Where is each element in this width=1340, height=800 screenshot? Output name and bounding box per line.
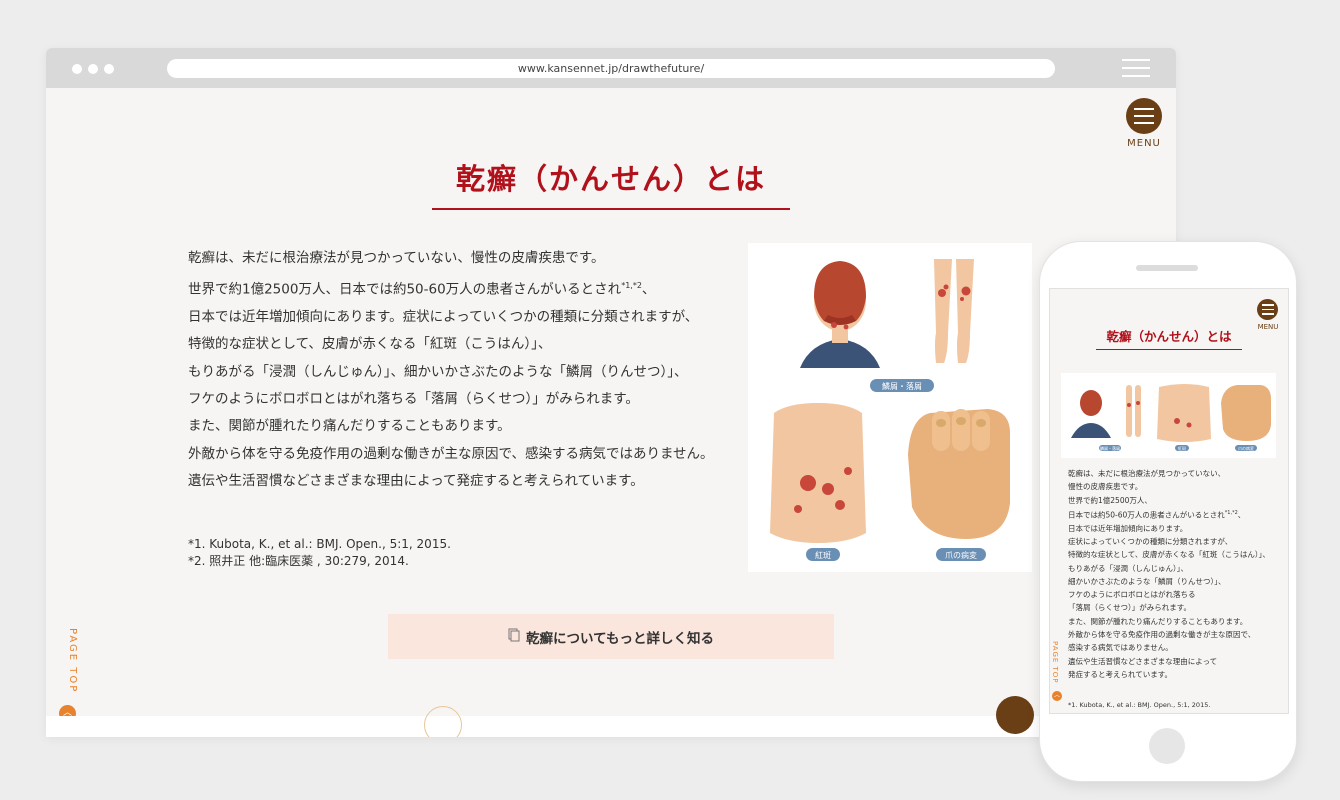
address-bar[interactable]: www.kansennet.jp/drawthefuture/ (167, 59, 1055, 78)
mobile-body-line: 症状によっていくつかの種類に分類されますが、 (1068, 536, 1233, 546)
page-title: 乾癬（かんせん）とは (432, 156, 790, 210)
body-line: また、関節が腫れたり痛んだりすることもあります。 (188, 418, 511, 435)
mobile-body-line: 日本では約50-60万人の患者さんがいるとされ*1,*2、 (1068, 509, 1246, 520)
mobile-body-line: 外敵から体を守る免疫作用の過剰な働きが主な原因で、 (1068, 630, 1256, 640)
mobile-menu-button[interactable] (1257, 299, 1278, 320)
mobile-page-title: 乾癬（かんせん）とは (1096, 326, 1242, 350)
page-top-link[interactable]: PAGE TOP (58, 628, 78, 693)
mobile-body-line: また、関節が腫れたり痛んだりすることもあります。 (1068, 616, 1248, 626)
window-dot (72, 64, 82, 74)
phone-speaker (1136, 265, 1198, 271)
mobile-body-line: フケのようにボロボロとはがれ落ちる (1068, 590, 1196, 600)
mobile-body-line: 感染する病気ではありません。 (1068, 643, 1173, 653)
mobile-page-top-link[interactable]: PAGE TOP (1051, 641, 1059, 684)
mobile-body-line: 細かいかさぶたのような「鱗屑（りんせつ）」、 (1068, 576, 1226, 586)
reference-item: *1. Kubota, K., et al.: BMJ. Open., 5:1,… (188, 537, 451, 551)
mobile-label-erythema: 紅斑 (1178, 445, 1186, 451)
footnote-marker: *1,*2 (621, 281, 642, 291)
body-line: 遺伝や生活習慣などさまざまな理由によって発症すると考えられています。 (188, 472, 644, 489)
body-line: 乾癬は、未だに根治療法が見つかっていない、慢性の皮膚疾患です。 (188, 250, 605, 266)
browser-chrome: www.kansennet.jp/drawthefuture/ (46, 48, 1176, 88)
learn-more-button[interactable]: 乾癬についてもっと詳しく知る (388, 614, 834, 659)
body-line: 日本では近年増加傾向にあります。症状によっていくつかの種類に分類されますが、 (188, 309, 699, 326)
document-icon (508, 628, 520, 646)
mobile-footnote-marker: *1,*2 (1224, 509, 1238, 516)
mobile-menu-label[interactable]: MENU (1250, 323, 1286, 331)
window-dot (88, 64, 98, 74)
body-line: 外敵から体を守る免疫作用の過剰な働きが主な原因で、感染する病気ではありません。 (188, 445, 714, 462)
mobile-chevron-up-icon[interactable]: ︿ (1052, 691, 1062, 701)
browser-hamburger-icon[interactable] (1122, 59, 1150, 83)
mobile-body-line: もりあがる「浸潤（しんじゅん）」、 (1068, 563, 1188, 573)
head-illustration (800, 261, 880, 368)
window-dot (104, 64, 114, 74)
page-content: MENU 乾癬（かんせん）とは 乾癬は、未だに根治療法が見つかっていない、慢性の… (46, 88, 1176, 737)
menu-button[interactable] (1126, 98, 1162, 134)
symptom-illustration: 鱗屑・落屑 紅斑 爪の病変 (748, 243, 1032, 572)
phone-mock: MENU 乾癬（かんせん）とは 鱗屑・落屑 紅斑 爪の病変 乾癬は、未だに根治療… (1039, 241, 1297, 782)
references: *1. Kubota, K., et al.: BMJ. Open., 5:1,… (188, 536, 451, 570)
mobile-body-line: 日本では近年増加傾向にあります。 (1068, 523, 1188, 533)
body-line: 世界で約1億2500万人、日本では約50-60万人の患者さんがいるとされ*1,*… (188, 281, 656, 298)
body-line: フケのようにボロボロとはがれ落ちる「落屑（らくせつ）」がみられます。 (188, 390, 639, 407)
body-line: もりあがる「浸潤（しんじゅん）」、細かいかさぶたのような「鱗屑（りんせつ）」、 (188, 363, 688, 380)
mobile-body-line: 遺伝や生活習慣などさまざまな理由によって (1068, 656, 1218, 666)
mobile-reference: *1. Kubota, K., et al.: BMJ. Open., 5:1,… (1068, 701, 1211, 709)
desktop-browser-mock: www.kansennet.jp/drawthefuture/ MENU 乾癬（… (46, 48, 1176, 737)
phone-home-button (1149, 728, 1185, 764)
decorative-circle (996, 696, 1034, 734)
phone-screen: MENU 乾癬（かんせん）とは 鱗屑・落屑 紅斑 爪の病変 乾癬は、未だに根治療… (1049, 288, 1289, 714)
label-erythema: 紅斑 (815, 550, 831, 560)
mobile-body-line: 特徴的な症状として、皮膚が赤くなる「紅斑（こうはん）」、 (1068, 550, 1270, 560)
mobile-body-line: 乾癬は、未だに根治療法が見つかっていない、 (1068, 469, 1226, 478)
description-text: 乾癬は、未だに根治療法が見つかっていない、慢性の皮膚疾患です。 世界で約1億25… (188, 245, 758, 495)
menu-label[interactable]: MENU (1116, 138, 1172, 149)
label-scale: 鱗屑・落屑 (882, 381, 922, 391)
mobile-body-line: 慢性の皮膚疾患です。 (1068, 482, 1143, 492)
mobile-label-scale: 鱗屑・落屑 (1100, 445, 1120, 451)
mobile-body-line: 発症すると考えられています。 (1068, 669, 1173, 679)
decorative-ring (424, 706, 462, 737)
label-nail: 爪の病変 (945, 550, 977, 560)
body-line: 特徴的な症状として、皮膚が赤くなる「紅斑（こうはん）」、 (188, 336, 552, 353)
reference-item: *2. 照井正 他:臨床医薬 , 30:279, 2014. (188, 554, 409, 568)
window-dots (72, 64, 114, 74)
mobile-description-text: 乾癬は、未だに根治療法が見つかっていない、 慢性の皮膚疾患です。 世界で約1億2… (1068, 467, 1283, 681)
legs-illustration (934, 259, 974, 363)
mobile-body-line: 「落屑（らくせつ）」がみられます。 (1068, 603, 1191, 613)
back-illustration (770, 403, 866, 543)
mobile-body-line: 世界で約1億2500万人、 (1068, 495, 1152, 505)
mobile-symptom-illustration: 鱗屑・落屑 紅斑 爪の病変 (1061, 373, 1276, 458)
fist-illustration (908, 409, 1010, 539)
learn-more-label: 乾癬についてもっと詳しく知る (526, 630, 714, 647)
mobile-label-nail: 爪の病変 (1238, 445, 1254, 451)
